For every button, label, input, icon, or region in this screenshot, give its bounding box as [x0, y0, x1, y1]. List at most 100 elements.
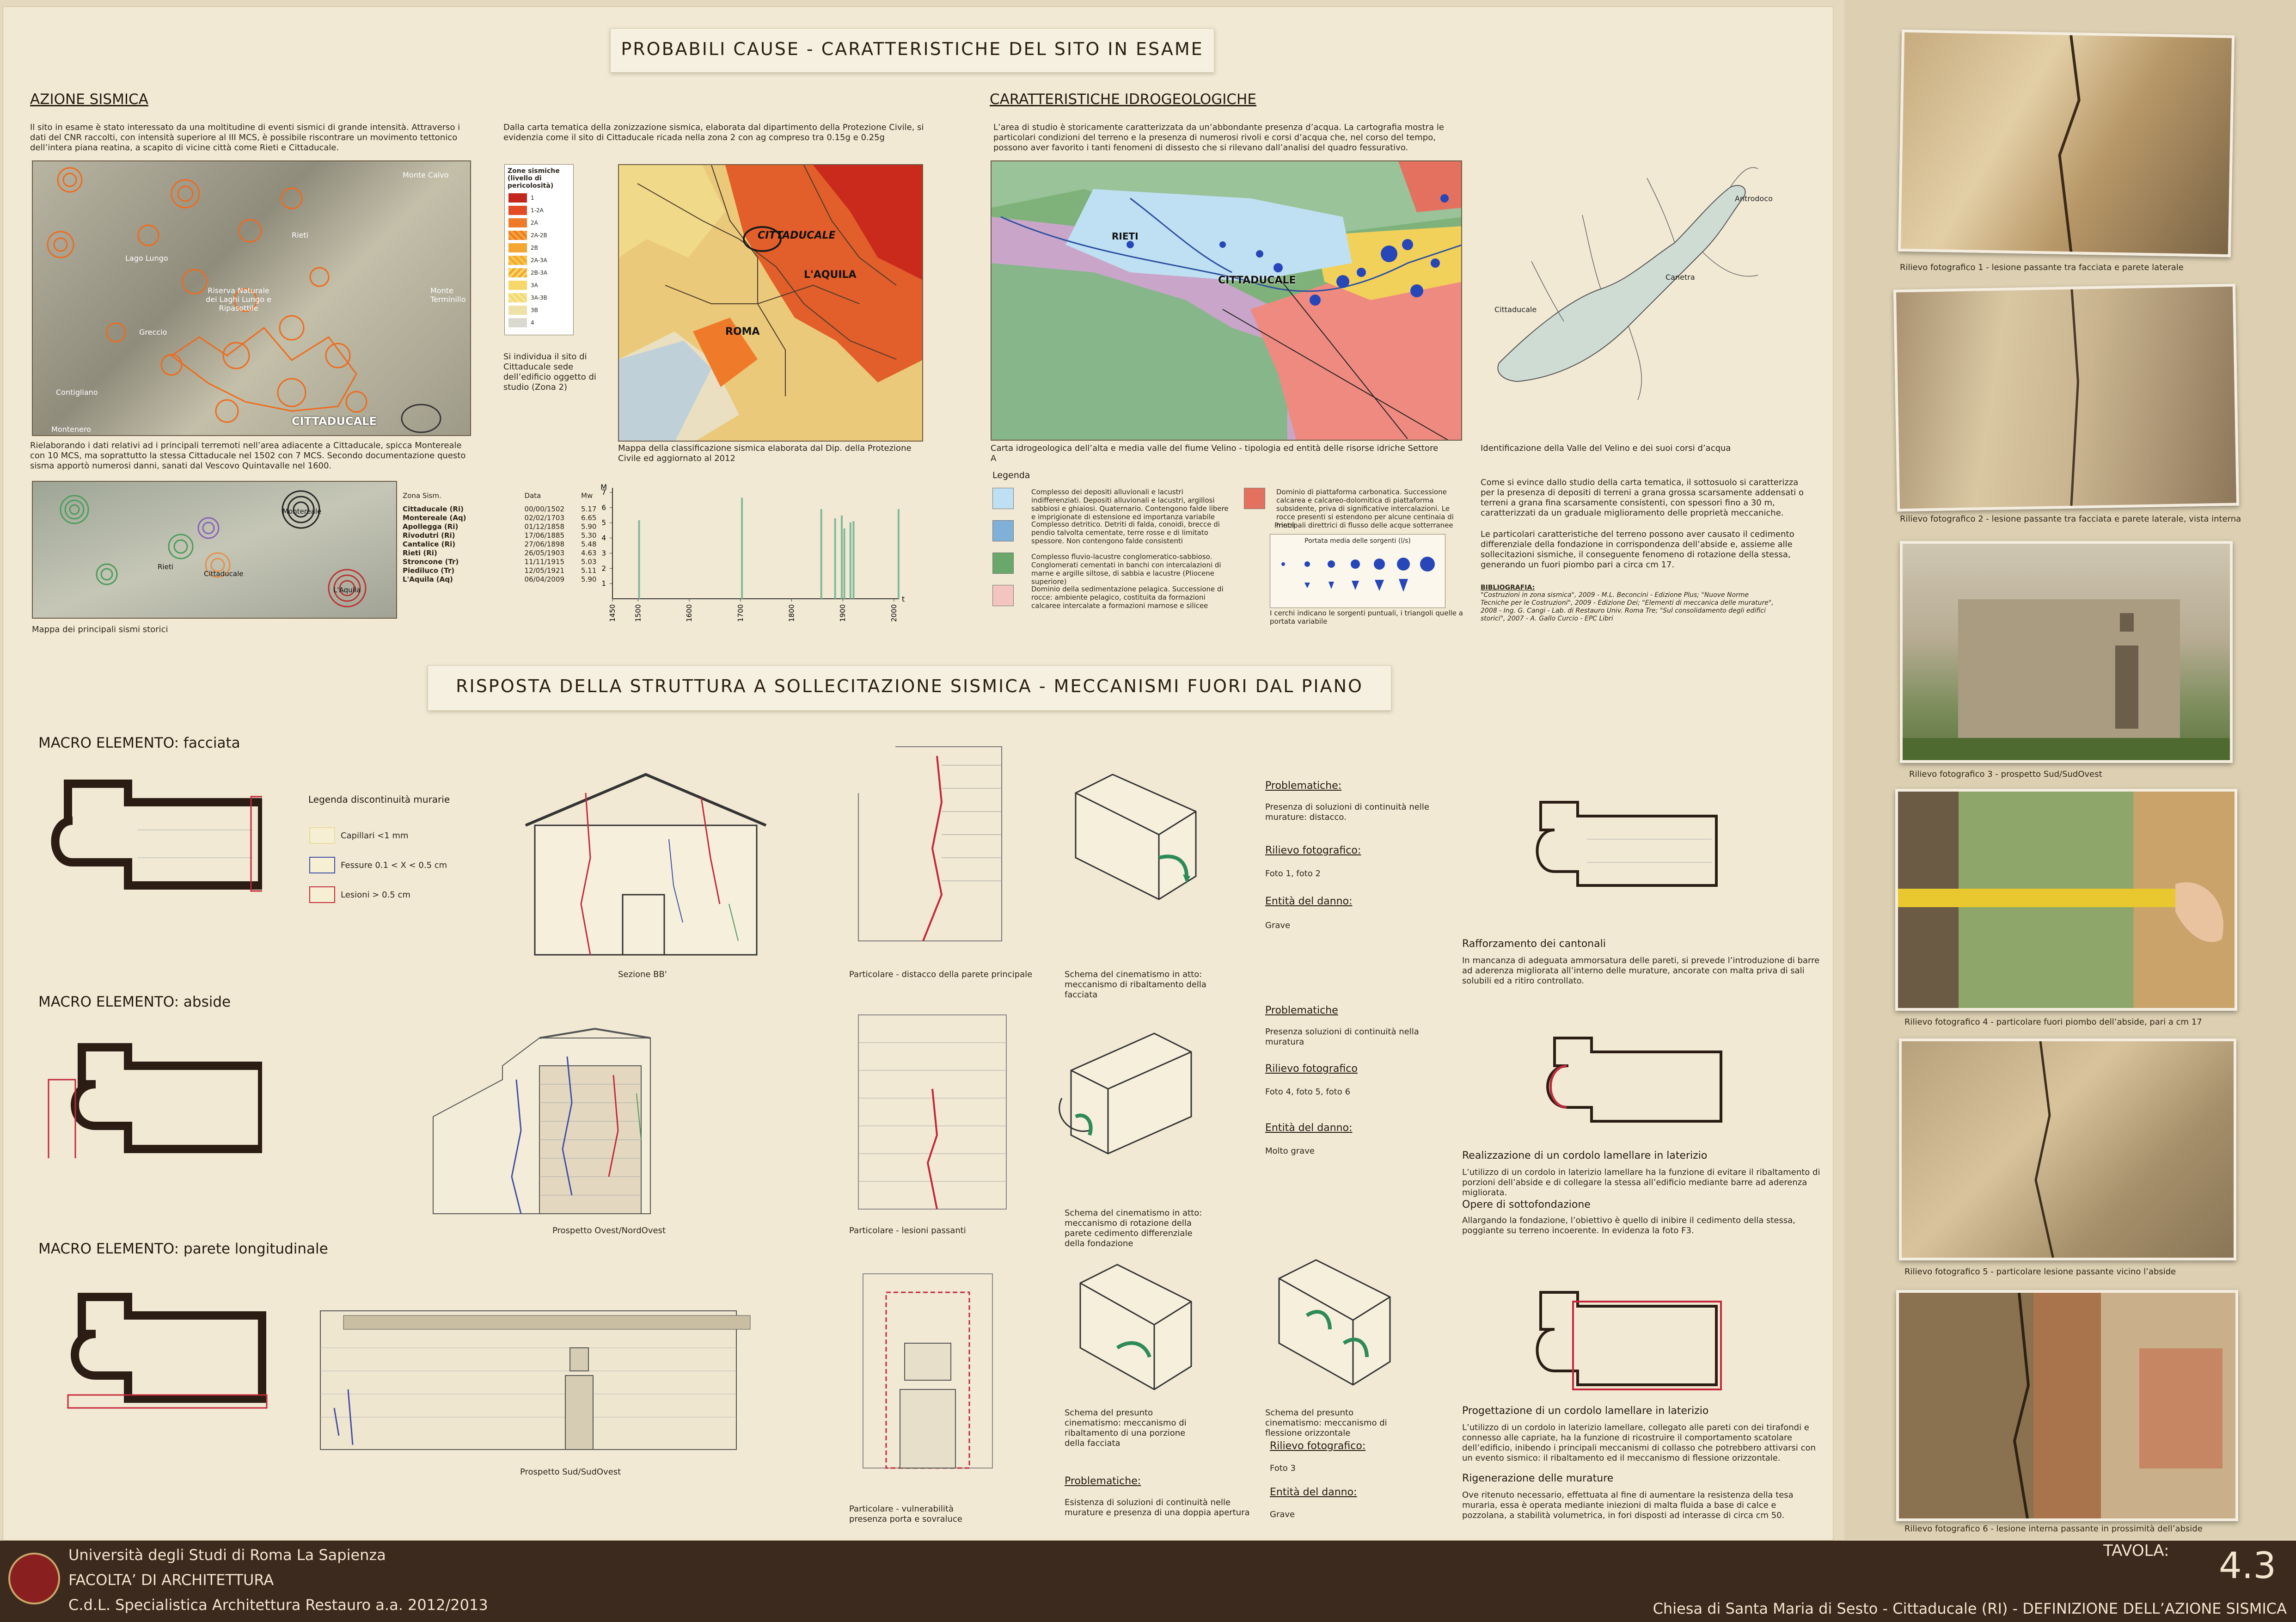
zonation-label: L'AQUILA: [804, 269, 857, 281]
table-cell: 00/00/1502: [524, 505, 565, 513]
table-cell: 11/11/1915: [524, 558, 565, 566]
scheme-caption-4: Schema del presunto cinematismo: meccani…: [1265, 1408, 1387, 1438]
chart-x-tick-label: 1700: [736, 604, 745, 622]
footer-tavola-number: 4.3: [2219, 1545, 2277, 1587]
zonation-label: CITTADUCALE: [758, 230, 836, 241]
disc-legend-title: Legenda discontinuità murarie: [308, 794, 450, 805]
map-label: Contigliano: [56, 388, 98, 397]
chart-bar: [897, 509, 900, 599]
map-label: Montenero: [51, 425, 91, 434]
table-row: Montereale (Aq) 02/02/1703 6.65: [400, 514, 599, 522]
disc-legend-item: Fessure 0.1 < X < 0.5 cm: [309, 850, 447, 880]
legend-swatch: [992, 553, 1014, 574]
elevation-caption-1: Sezione BB': [618, 970, 667, 979]
table-cell: Stroncone (Tr): [403, 558, 459, 566]
zone-note: Si individua il sito di Cittaducale sede…: [503, 352, 596, 392]
rilievo-text-2: Foto 4, foto 5, foto 6: [1265, 1087, 1351, 1097]
legend-text: Dominio della sedimentazione pelagica. S…: [1031, 585, 1224, 610]
problem-heading-2: Problematiche: [1265, 1005, 1338, 1016]
intervento-title: Progettazione di un cordolo lamellare in…: [1462, 1405, 1709, 1417]
chart-x-tick-label: 1900: [839, 604, 847, 622]
photo-5: [1899, 1038, 2236, 1260]
danno-heading-3: Entità del danno:: [1270, 1487, 1357, 1498]
problem-text-2: Presenza soluzioni di continuità nella m…: [1265, 1027, 1419, 1047]
danno-heading-2: Entità del danno:: [1265, 1122, 1353, 1134]
hist-map-label: Rieti: [158, 563, 173, 571]
seismic-events-map: Monte Calvo Rieti Lago Lungo Riserva Nat…: [32, 160, 471, 436]
intervention-plan-1: [1536, 801, 1718, 887]
chart-y-tick-label: 4: [601, 534, 606, 542]
legend-text: Complesso fluvio-lacustre conglomeratico…: [1031, 553, 1221, 586]
footer-university: Università degli Studi di Roma La Sapien…: [68, 1546, 386, 1564]
photo-3: [1900, 541, 2233, 763]
photo-6-crack: [2013, 1293, 2223, 1518]
detail-caption-1: Particolare - distacco della parete prin…: [849, 970, 1033, 979]
intervento-title: Rigenerazione delle murature: [1462, 1473, 1614, 1484]
chart-x-tick-label: 1600: [685, 604, 693, 622]
danno-text-3: Grave: [1270, 1510, 1295, 1519]
portata-title: Portata media delle sorgenti (l/s): [1304, 537, 1411, 545]
table-row: Apollegga (Ri) 01/12/1858 5.90: [400, 522, 599, 531]
kinematic-scheme-parete-1: [1079, 1264, 1192, 1390]
valley-label: Antrodoco: [1735, 194, 1773, 203]
photo-4-measure: [1898, 882, 2223, 942]
zone-legend: Zone sismiche (livello di pericolosità) …: [504, 164, 574, 335]
hist-map-label: L'Aquila: [333, 586, 361, 594]
disc-swatch: [309, 886, 335, 903]
zone-legend-item: 4: [531, 319, 534, 326]
hist-map-caption: Mappa dei principali sismi storici: [32, 625, 168, 634]
footer-faculty: FACOLTA’ DI ARCHITETTURA: [68, 1571, 274, 1589]
legend-text: Complesso detritico. Detriti di falda, c…: [1031, 520, 1220, 545]
scheme-caption-2: Schema del cinematismo in atto: meccanis…: [1065, 1208, 1202, 1248]
zone-legend-item: 2A-2B: [531, 232, 547, 239]
chart-x-tick-label: 1450: [608, 604, 617, 622]
hydrogeology-shapes: [992, 161, 1461, 440]
legend-swatch: [992, 585, 1014, 606]
elevation-sezione-bb: [525, 773, 767, 956]
table-cell: Cantalice (Ri): [403, 540, 456, 548]
disc-legend-item: Capillari <1 mm: [309, 821, 447, 850]
disc-label: Fessure 0.1 < X < 0.5 cm: [341, 860, 447, 870]
zone-legend-item: 3A-3B: [531, 294, 547, 301]
idro-intro: L’area di studio è storicamente caratter…: [993, 123, 1444, 153]
hydro-conclusion-2: Le particolari caratteristiche del terre…: [1481, 529, 1794, 570]
table-row: L'Aquila (Aq) 06/04/2009 5.90: [400, 575, 599, 584]
rilievo-text-1: Foto 1, foto 2: [1265, 869, 1321, 879]
table-cell: L'Aquila (Aq): [403, 575, 453, 584]
zonation-shapes: [619, 165, 922, 441]
scheme-caption-3: Schema del presunto cinematismo: meccani…: [1065, 1408, 1187, 1448]
plan-facciata: [51, 780, 262, 892]
intervento-text: L’utilizzo di un cordolo in laterizio la…: [1462, 1167, 1820, 1198]
map-label: Monte Terminillo: [430, 286, 466, 304]
map-label: Lago Lungo: [125, 254, 168, 263]
intervento-title: Rafforzamento dei cantonali: [1462, 938, 1606, 950]
map-label: Riserva Naturale dei Laghi Lungo e Ripas…: [206, 286, 271, 313]
rilievo-heading-1: Rilievo fotografico:: [1265, 845, 1361, 856]
table-cell: 12/05/1921: [524, 566, 565, 575]
footer-tavola-label: TAVOLA:: [2103, 1542, 2169, 1560]
zonation-text: Dalla carta tematica della zonizzazione …: [503, 123, 924, 142]
detail-porta: [863, 1273, 993, 1469]
velino-valley-sketch: Antrodoco Canetra Cittaducale: [1494, 167, 1773, 400]
elevation-prospetto-ovest: [433, 1027, 651, 1214]
zonation-map-caption: Mappa della classificazione sismica elab…: [618, 443, 912, 463]
table-header: Zona Sism.: [403, 492, 441, 500]
intervento-text: In mancanza di adeguata ammorsatura dell…: [1462, 956, 1820, 986]
disc-legend-item: Lesioni > 0.5 cm: [309, 880, 447, 909]
problem-text-3: Esistenza di soluzioni di continuità nel…: [1065, 1498, 1250, 1518]
azione-intro: Il sito in esame è stato interessato da …: [30, 123, 460, 153]
portata-note: I cerchi indicano le sorgenti puntuali, …: [1270, 609, 1463, 626]
table-cell: 02/02/1703: [524, 514, 565, 522]
macro-title-parete: MACRO ELEMENTO: parete longitudinale: [38, 1241, 328, 1257]
chart-y-tick-label: 5: [601, 519, 606, 527]
zone-legend-item: 1-2A: [531, 207, 544, 214]
table-cell: 01/12/1858: [524, 522, 565, 531]
table-cell: Piediluco (Tr): [403, 566, 455, 575]
intervento-text: Allargando la fondazione, l’obiettivo è …: [1462, 1216, 1795, 1235]
disc-label: Capillari <1 mm: [341, 830, 409, 841]
table-cell: Apollegga (Ri): [403, 522, 459, 531]
plan-abside: [48, 1043, 262, 1158]
rilievo-heading-2: Rilievo fotografico: [1265, 1063, 1358, 1075]
chart-bar: [852, 521, 855, 599]
zone-legend-item: 2B: [531, 244, 538, 251]
